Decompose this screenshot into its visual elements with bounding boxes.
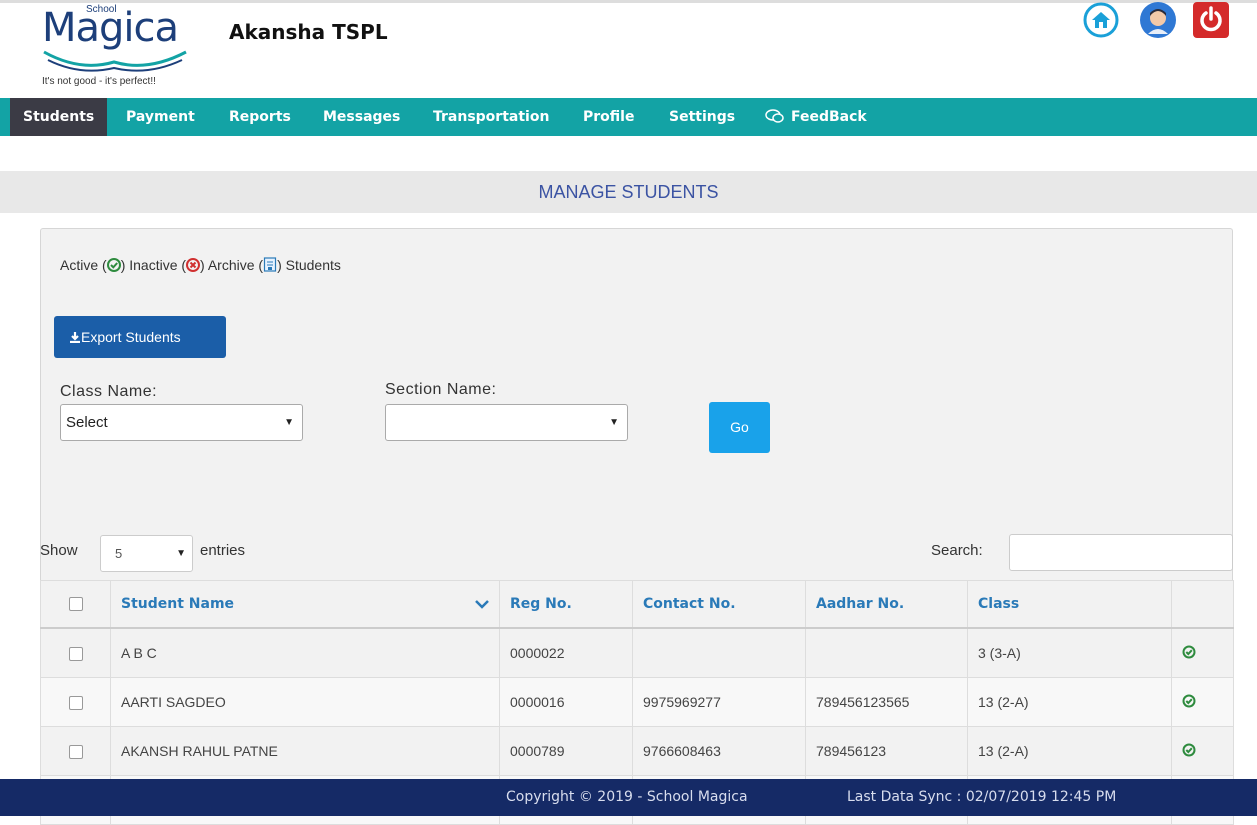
entries-value: 5	[115, 546, 123, 561]
row-select-cell	[40, 627, 111, 678]
main-nav: Students Payment Reports Messages Transp…	[0, 98, 1257, 136]
home-icon[interactable]	[1083, 2, 1119, 38]
chat-icon	[765, 109, 784, 123]
cell-status	[1171, 726, 1234, 776]
entries-label: entries	[200, 542, 246, 559]
class-name-label: Class Name:	[60, 383, 158, 400]
col-status	[1171, 580, 1234, 629]
inactive-status-icon	[186, 258, 201, 272]
col-reg-no[interactable]: Reg No.	[499, 580, 633, 629]
section-name-label: Section Name:	[385, 381, 497, 398]
school-magica-logo[interactable]: School Magica It's not good - it's perfe…	[40, 2, 220, 92]
table-row: A B C 0000022 3 (3-A)	[40, 627, 1234, 678]
row-checkbox[interactable]	[68, 647, 83, 662]
power-icon[interactable]	[1193, 2, 1229, 38]
export-icon	[70, 332, 80, 344]
cell-class: 13 (2-A)	[967, 726, 1172, 776]
row-checkbox[interactable]	[68, 745, 83, 760]
active-status-icon[interactable]	[1182, 645, 1196, 659]
logo-brand-text: Magica	[42, 5, 179, 51]
search-label: Search:	[931, 542, 983, 559]
cell-contact-no: 9975969277	[632, 677, 806, 727]
active-status-icon[interactable]	[1182, 743, 1196, 757]
cell-contact-no	[632, 627, 806, 678]
cell-student-name[interactable]: AARTI SAGDEO	[110, 677, 500, 727]
cell-reg-no: 0000789	[499, 726, 633, 776]
section-name-select[interactable]: ▼	[385, 404, 628, 441]
class-name-select[interactable]: Select ▼	[60, 404, 303, 441]
cell-class: 13 (2-A)	[967, 677, 1172, 727]
archive-status-icon	[263, 257, 277, 272]
nav-reports[interactable]: Reports	[216, 98, 304, 136]
legend-archive-text: ) Archive (	[200, 257, 264, 273]
cell-contact-no: 9766608463	[632, 726, 806, 776]
cell-student-name[interactable]: A B C	[110, 627, 500, 678]
cell-class: 3 (3-A)	[967, 627, 1172, 678]
cell-aadhar-no: 789456123	[805, 726, 968, 776]
status-legend: Active ( ) Inactive ( ) Archive ( ) Student…	[60, 257, 341, 273]
class-name-value: Select	[66, 414, 108, 431]
footer: Copyright © 2019 - School Magica Last Da…	[0, 779, 1257, 816]
sort-chevron-icon	[475, 600, 489, 609]
row-select-cell	[40, 726, 111, 776]
nav-settings[interactable]: Settings	[656, 98, 748, 136]
logo-tagline: It's not good - it's perfect!!	[42, 76, 156, 87]
active-status-icon	[106, 258, 121, 272]
page-title: MANAGE STUDENTS	[0, 171, 1257, 213]
col-contact-no[interactable]: Contact No.	[632, 580, 806, 629]
dropdown-caret-icon: ▼	[284, 417, 294, 428]
active-status-icon[interactable]	[1182, 694, 1196, 708]
table-header-row: Student Name Reg No. Contact No. Aadhar …	[40, 580, 1234, 629]
cell-status	[1171, 627, 1234, 678]
nav-feedback-label: FeedBack	[791, 109, 867, 125]
cell-aadhar-no	[805, 627, 968, 678]
col-class[interactable]: Class	[967, 580, 1172, 629]
nav-messages[interactable]: Messages	[310, 98, 413, 136]
dropdown-caret-icon: ▼	[176, 548, 186, 559]
select-all-checkbox[interactable]	[68, 597, 83, 611]
table-row: AARTI SAGDEO 0000016 9975969277 78945612…	[40, 677, 1234, 727]
legend-students-text: ) Students	[277, 257, 341, 273]
user-icon[interactable]	[1140, 2, 1176, 38]
footer-copyright: Copyright © 2019 - School Magica	[506, 789, 748, 805]
book-icon	[43, 50, 187, 72]
legend-inactive-text: ) Inactive (	[120, 257, 187, 273]
col-aadhar-no[interactable]: Aadhar No.	[805, 580, 968, 629]
search-input[interactable]	[1009, 534, 1233, 571]
table-row: AKANSH RAHUL PATNE 0000789 9766608463 78…	[40, 726, 1234, 776]
show-label: Show	[40, 542, 78, 559]
nav-profile[interactable]: Profile	[570, 98, 647, 136]
select-all-cell	[40, 580, 111, 629]
legend-active-text: Active (	[60, 257, 107, 273]
cell-status	[1171, 677, 1234, 727]
cell-student-name[interactable]: AKANSH RAHUL PATNE	[110, 726, 500, 776]
row-select-cell	[40, 677, 111, 727]
go-button[interactable]: Go	[709, 402, 770, 453]
nav-payment[interactable]: Payment	[113, 98, 208, 136]
cell-aadhar-no: 789456123565	[805, 677, 968, 727]
cell-reg-no: 0000016	[499, 677, 633, 727]
row-checkbox[interactable]	[68, 696, 83, 711]
nav-feedback[interactable]: FeedBack	[752, 98, 880, 136]
nav-transportation[interactable]: Transportation	[420, 98, 562, 136]
entries-select[interactable]: 5 ▼	[100, 535, 193, 572]
organization-name: Akansha TSPL	[229, 20, 388, 44]
dropdown-caret-icon: ▼	[609, 417, 619, 428]
export-students-button[interactable]: Export Students	[54, 316, 226, 358]
col-student-name-label: Student Name	[121, 596, 235, 612]
header: School Magica It's not good - it's perfe…	[0, 0, 1257, 98]
nav-students[interactable]: Students	[10, 98, 108, 136]
cell-reg-no: 0000022	[499, 627, 633, 678]
export-students-label: Export Students	[81, 329, 181, 345]
footer-last-sync: Last Data Sync : 02/07/2019 12:45 PM	[847, 789, 1117, 805]
col-student-name[interactable]: Student Name	[110, 580, 500, 629]
